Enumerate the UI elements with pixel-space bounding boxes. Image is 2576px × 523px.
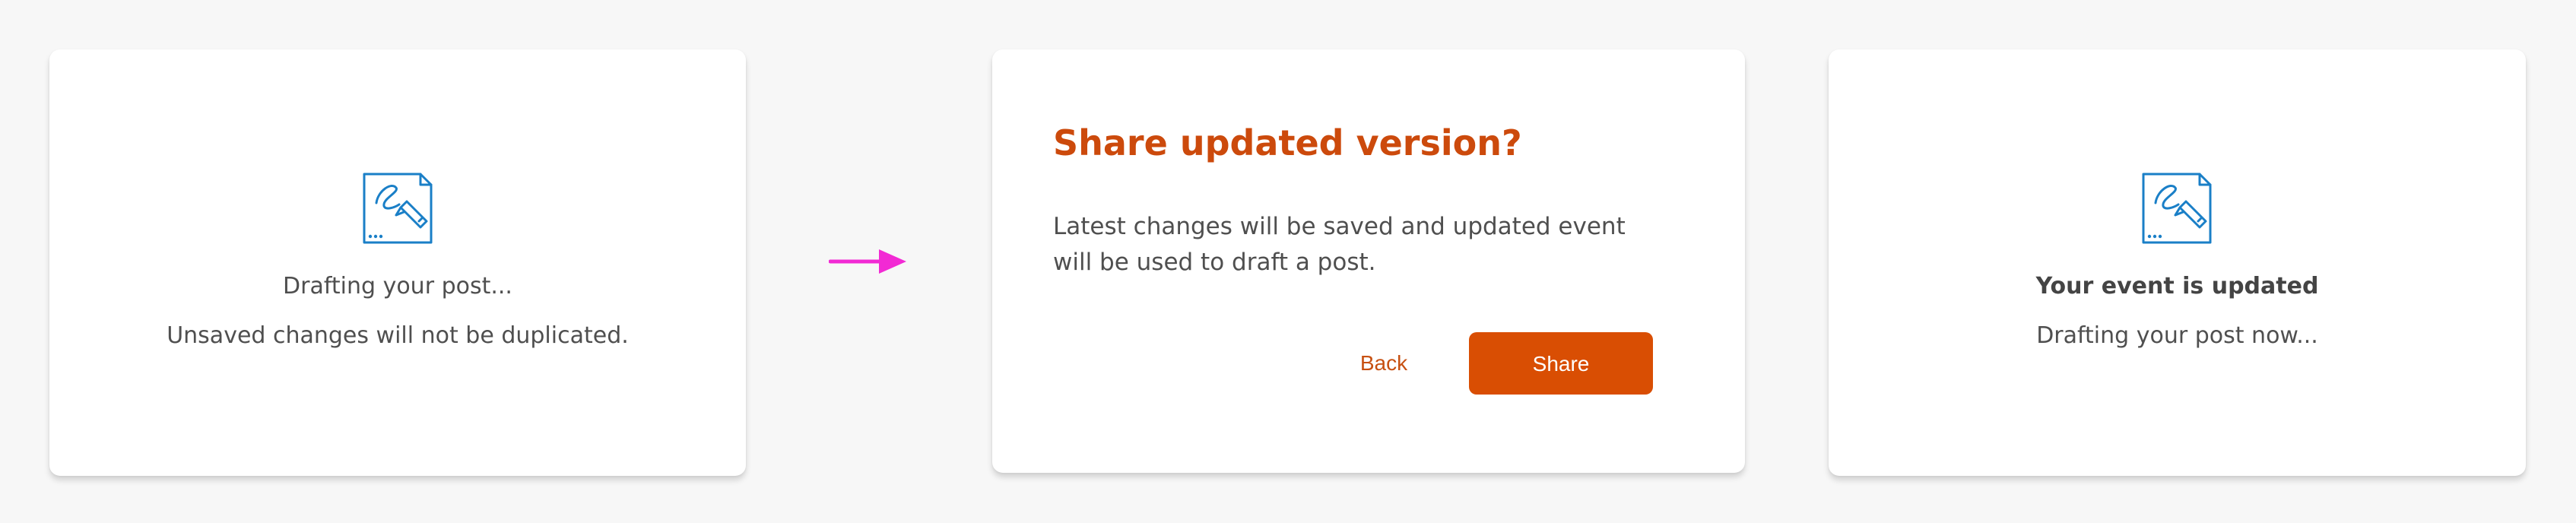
drafting-card: Drafting your post... Unsaved changes wi…	[49, 49, 746, 476]
document-pen-icon	[363, 173, 433, 244]
drafting-note: Unsaved changes will not be duplicated.	[167, 322, 629, 349]
updated-card: Your event is updated Drafting your post…	[1829, 49, 2526, 476]
back-button[interactable]: Back	[1296, 332, 1471, 393]
dialog-title: Share updated version?	[1053, 122, 1522, 163]
updated-note: Drafting your post now...	[2036, 322, 2318, 349]
share-button[interactable]: Share	[1469, 332, 1653, 395]
updated-status: Your event is updated	[2035, 273, 2319, 300]
drafting-status: Drafting your post...	[283, 273, 512, 300]
share-dialog: Share updated version? Latest changes wi…	[992, 49, 1745, 473]
dialog-body: Latest changes will be saved and updated…	[1053, 213, 1626, 276]
arrow-right-icon	[829, 249, 906, 274]
document-pen-icon	[2142, 173, 2212, 244]
